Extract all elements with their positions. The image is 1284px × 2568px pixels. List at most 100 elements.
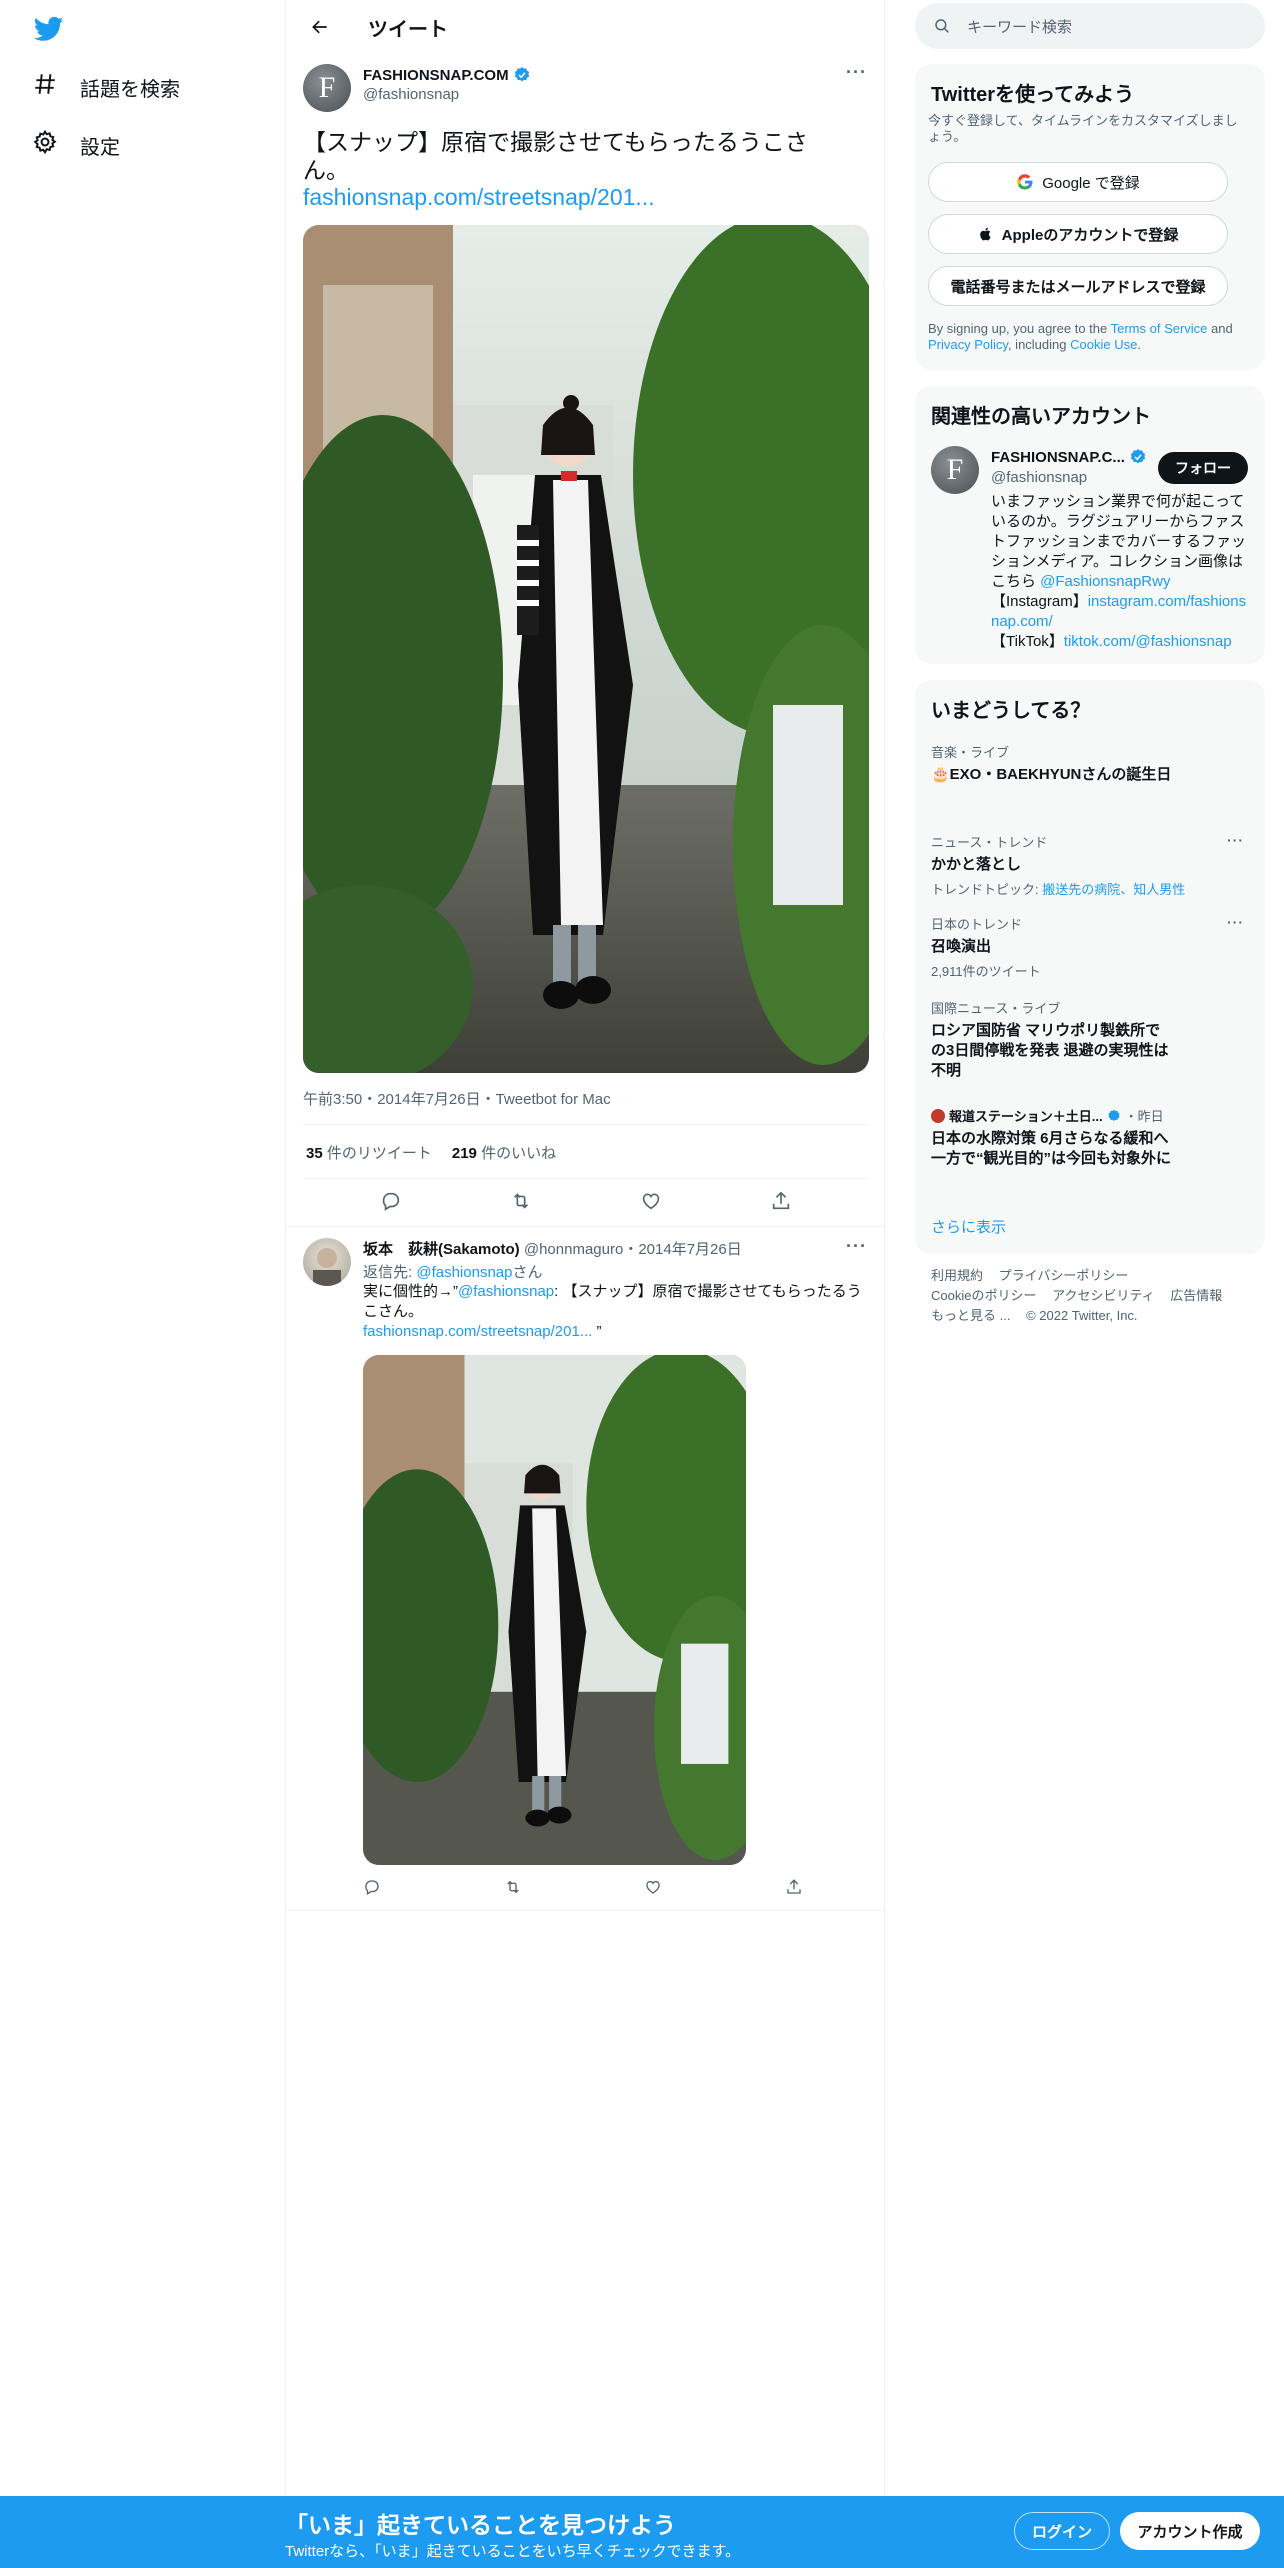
footer-link[interactable]: 広告情報 <box>1170 1288 1222 1303</box>
login-label: ログイン <box>1031 2523 1092 2541</box>
footer-link[interactable]: Cookieのポリシー <box>931 1288 1036 1303</box>
trends-card: いまどうしてる？ 音楽・ライブ 🎂EXO・BAEKHYUNさんの誕生日 ニュース… <box>915 680 1265 1254</box>
reply-photo[interactable] <box>363 1355 746 1865</box>
like-count: 219 <box>451 1145 477 1162</box>
retweet-stat[interactable]: 35 件のリツイート <box>306 1142 432 1163</box>
retweet-count: 35 <box>306 1145 323 1162</box>
bottom-bar-title: 「いま」起きていることを見つけよう <box>285 2512 676 2538</box>
footer-link[interactable]: アクセシビリティ <box>1052 1288 1155 1303</box>
left-navigation: 話題を検索 設定 <box>0 0 285 2496</box>
related-bio: いまファッション業界で何が起こっているのか。ラグジュアリーからファストファッショ… <box>991 492 1251 652</box>
author-handle[interactable]: @fashionsnap <box>363 86 531 103</box>
author-name[interactable]: FASHIONSNAP.COM <box>363 67 509 84</box>
tweet-link[interactable]: fashionsnap.com/streetsnap/201... <box>303 184 655 211</box>
login-button[interactable]: ログイン <box>1014 2512 1110 2550</box>
street-snap-photo <box>363 1355 746 1865</box>
share-icon[interactable] <box>785 1878 803 1901</box>
tweet-photo[interactable] <box>303 225 869 1073</box>
reply-text-prefix: 実に個性的→” <box>363 1283 458 1300</box>
reply-icon[interactable] <box>363 1878 381 1901</box>
trend-title: 日本の水際対策 6月さらなる緩和へ 一方で“観光目的”は今回も対象外に <box>931 1130 1184 1167</box>
main-column: ツイート F FASHIONSNAP.COM @fashionsnap ··· … <box>285 0 886 2496</box>
footer-link[interactable]: もっと見る ... <box>931 1308 1010 1323</box>
footer-link[interactable]: 利用規約 <box>931 1268 983 1283</box>
terms-of-service-link[interactable]: Terms of Service <box>1111 321 1208 336</box>
terms-and: and <box>1207 321 1233 336</box>
footer-link[interactable]: プライバシーポリシー <box>999 1268 1129 1283</box>
signup-terms: By signing up, you agree to the Terms of… <box>928 321 1253 353</box>
search-box[interactable]: キーワード検索 <box>915 3 1265 49</box>
reply-more-options-button[interactable]: ··· <box>846 1236 867 1257</box>
reply-text: 実に個性的→”@fashionsnap: 【スナップ】原宿で撮影させてもらったる… <box>363 1282 863 1342</box>
tweet-timestamp[interactable]: 午前3:50・2014年7月26日・Tweetbot for Mac <box>303 1088 611 1109</box>
search-input[interactable]: キーワード検索 <box>967 16 1072 37</box>
footer-links: 利用規約 プライバシーポリシー Cookieのポリシー アクセシビリティ 広告情… <box>931 1266 1251 1326</box>
retweet-label: 件のリツイート <box>326 1145 432 1162</box>
terms-end: . <box>1137 337 1141 352</box>
bio-mention-link[interactable]: @FashionsnapRwy <box>1040 573 1170 590</box>
create-account-button[interactable]: アカウント作成 <box>1120 2512 1260 2550</box>
trend-item[interactable]: 報道ステーション＋土日... ・昨日 日本の水際対策 6月さらなる緩和へ 一方で… <box>931 1106 1184 1169</box>
like-icon[interactable] <box>644 1878 662 1901</box>
nav-settings[interactable]: 設定 <box>32 129 120 161</box>
reply-link[interactable]: fashionsnap.com/streetsnap/201... <box>363 1323 592 1340</box>
reply-date[interactable]: ・2014年7月26日 <box>623 1241 741 1258</box>
trend-item[interactable]: 音楽・ライブ 🎂EXO・BAEKHYUNさんの誕生日 <box>931 742 1231 785</box>
bottom-signup-bar: 「いま」起きていることを見つけよう Twitterなら、「いま」起きていることを… <box>0 2496 1284 2568</box>
nav-settings-label: 設定 <box>80 136 120 159</box>
footer-copyright: © 2022 Twitter, Inc. <box>1026 1308 1138 1323</box>
reply-to-handle[interactable]: @fashionsnap <box>416 1264 512 1281</box>
show-more-link[interactable]: さらに表示 <box>931 1216 1006 1237</box>
page-title: ツイート <box>368 18 448 41</box>
related-avatar[interactable]: F <box>931 446 979 494</box>
trend-more-button[interactable]: ··· <box>1227 832 1244 848</box>
reply-author-name[interactable]: 坂本 荻耕(Sakamoto) <box>363 1241 520 1258</box>
trend-time: ・昨日 <box>1124 1109 1164 1124</box>
share-icon[interactable] <box>770 1190 792 1217</box>
nav-explore[interactable]: 話題を検索 <box>32 71 180 103</box>
related-title: 関連性の高いアカウント <box>931 406 1151 428</box>
retweet-icon[interactable] <box>504 1878 522 1901</box>
search-icon <box>935 19 949 33</box>
trend-category: 国際ニュース・ライブ <box>931 1001 1061 1016</box>
related-name: FASHIONSNAP.C... <box>991 448 1125 466</box>
reply-actions <box>363 1878 803 1901</box>
back-button[interactable] <box>302 9 338 45</box>
reply-to-line: 返信先: @fashionsnapさん <box>363 1261 542 1282</box>
hashtag-icon <box>32 71 58 103</box>
related-handle[interactable]: @fashionsnap <box>991 469 1087 486</box>
reply-avatar[interactable] <box>303 1238 351 1286</box>
reply-mention[interactable]: @fashionsnap <box>458 1283 554 1300</box>
more-options-button[interactable]: ··· <box>846 62 867 83</box>
twitter-logo-icon[interactable] <box>32 14 66 44</box>
tweet-text: 【スナップ】原宿で撮影させてもらったるうこさん。 <box>303 129 808 183</box>
phone-email-signup-label: 電話番号またはメールアドレスで登録 <box>950 278 1206 296</box>
trend-item[interactable]: 日本のトレンド 召喚演出 2,911件のツイート <box>931 914 1231 980</box>
related-name-row[interactable]: FASHIONSNAP.C... <box>991 448 1147 466</box>
trend-item[interactable]: 国際ニュース・ライブ ロシア国防省 マリウポリ製鉄所での3日間停戦を発表 退避の… <box>931 998 1171 1081</box>
trend-item[interactable]: ニュース・トレンド かかと落とし トレンドトピック: 搬送先の病院、知人男性 <box>931 832 1231 898</box>
trend-more-button[interactable]: ··· <box>1227 914 1244 930</box>
tweet-stats: 35 件のリツイート 219 件のいいね <box>306 1142 556 1163</box>
divider <box>303 1178 868 1179</box>
follow-button[interactable]: フォロー <box>1158 452 1248 484</box>
cookie-use-link[interactable]: Cookie Use <box>1070 337 1137 352</box>
reply-author-handle[interactable]: @honnmaguro <box>524 1241 623 1258</box>
trend-category: 日本のトレンド <box>931 917 1023 932</box>
trend-topic-link[interactable]: 搬送先の病院、知人男性 <box>1042 882 1185 897</box>
reply-header: 坂本 荻耕(Sakamoto) @honnmaguro・2014年7月26日 <box>363 1238 742 1259</box>
retweet-icon[interactable] <box>510 1190 532 1217</box>
bio-tiktok-link[interactable]: tiktok.com/@fashionsnap <box>1064 633 1232 650</box>
like-icon[interactable] <box>640 1190 662 1217</box>
reply-icon[interactable] <box>380 1190 402 1217</box>
google-signup-button[interactable]: Google で登録 <box>928 162 1228 202</box>
apple-signup-button[interactable]: Appleのアカウントで登録 <box>928 214 1228 254</box>
bottom-bar-subtitle: Twitterなら、「いま」起きていることをいち早くチェックできます。 <box>285 2543 741 2560</box>
author-avatar[interactable]: F <box>303 64 351 112</box>
street-snap-photo <box>303 225 869 1073</box>
privacy-policy-link[interactable]: Privacy Policy <box>928 337 1008 352</box>
like-stat[interactable]: 219 件のいいね <box>452 1142 556 1163</box>
related-accounts-card: 関連性の高いアカウント F FASHIONSNAP.C... @fashions… <box>915 386 1265 664</box>
phone-email-signup-button[interactable]: 電話番号またはメールアドレスで登録 <box>928 266 1228 306</box>
like-label: 件のいいね <box>481 1145 557 1162</box>
